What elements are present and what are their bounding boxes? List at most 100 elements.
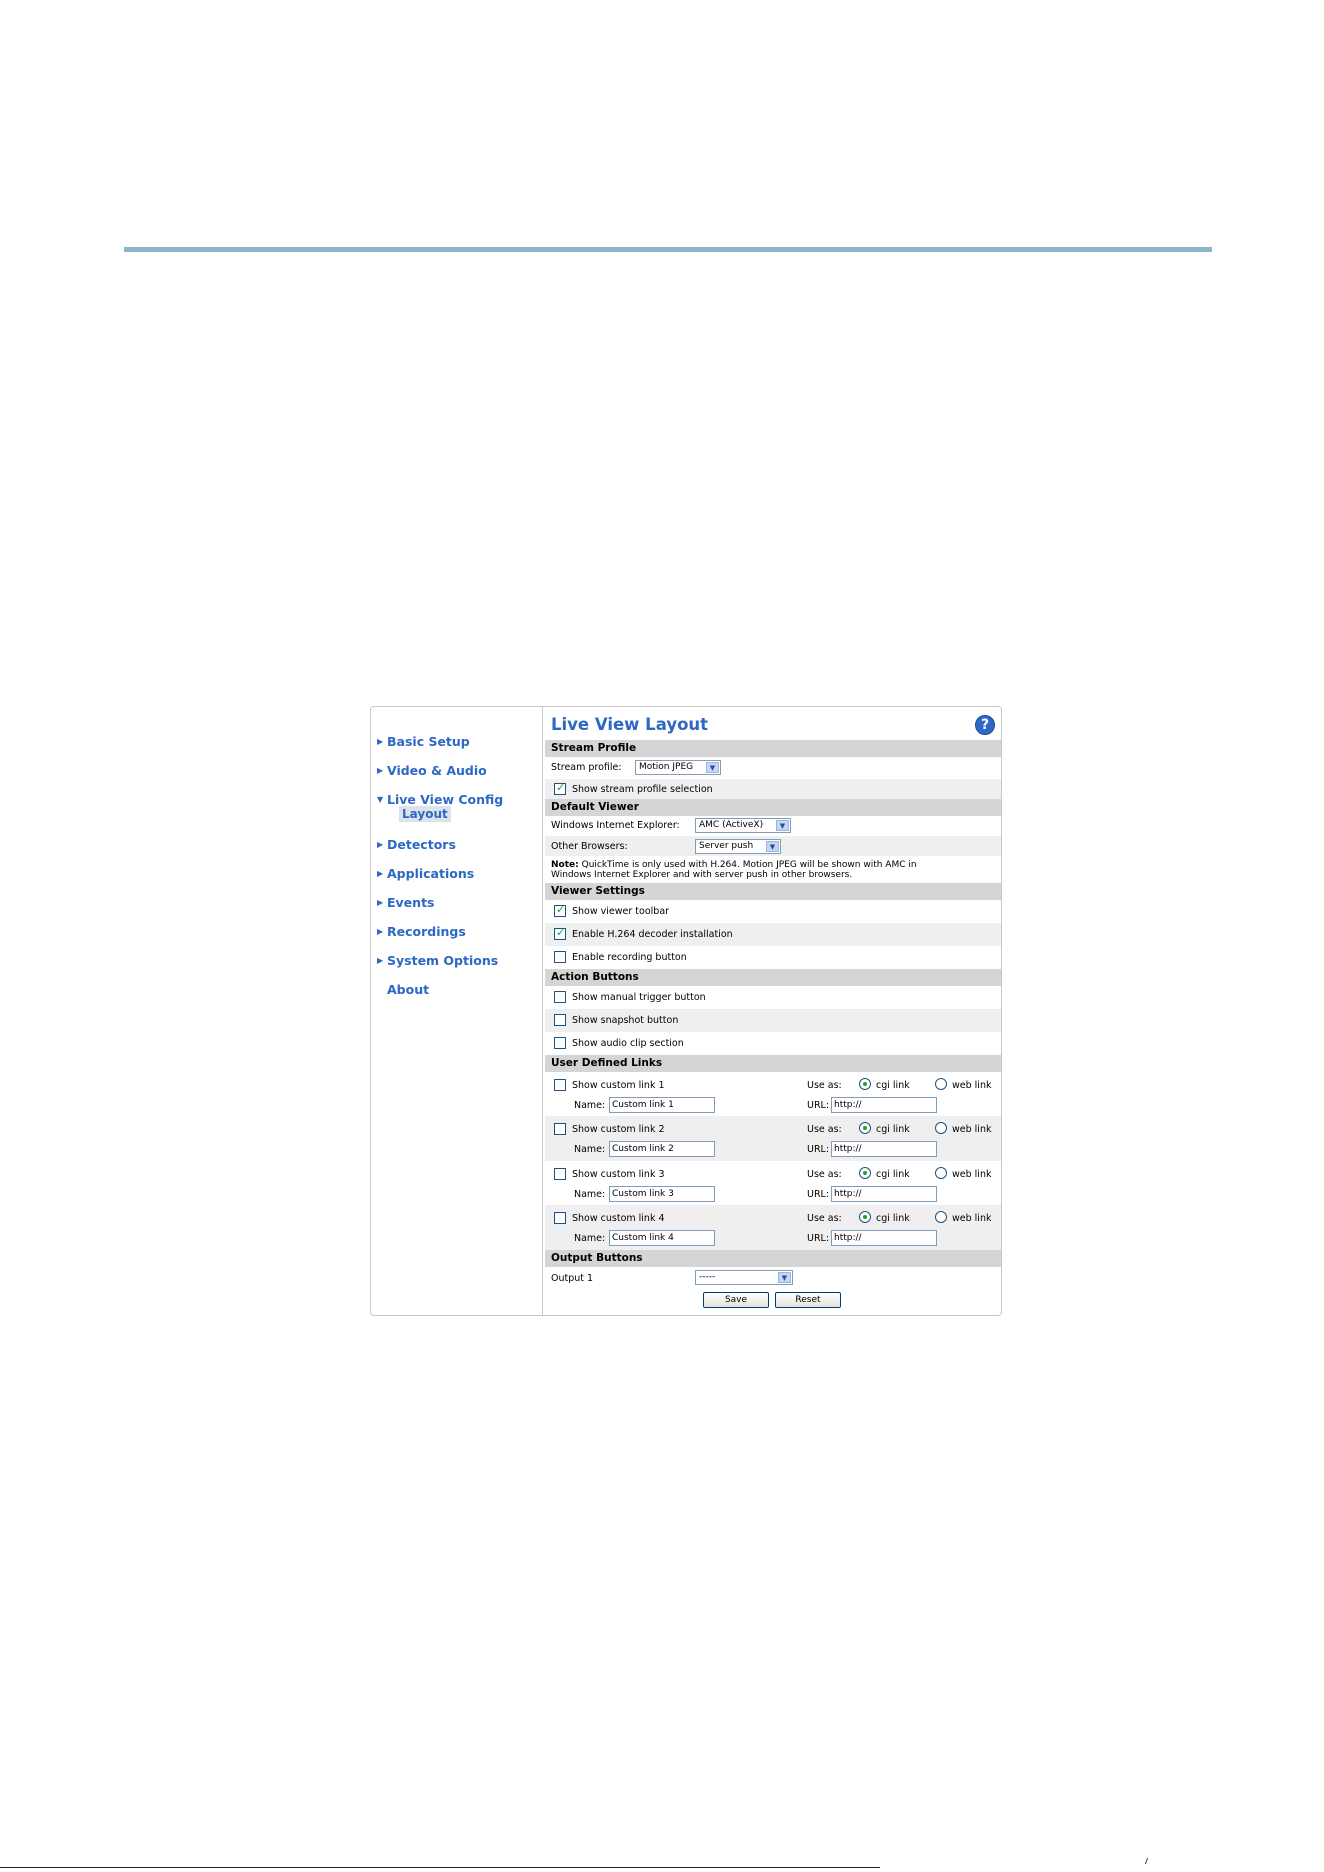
enable-recording-checkbox[interactable] bbox=[554, 951, 566, 963]
help-icon[interactable]: ? bbox=[975, 715, 995, 735]
sidebar-item-applications[interactable]: ▶ Applications bbox=[377, 864, 474, 882]
stream-profile-row: Stream profile: Motion JPEG ▼ bbox=[545, 757, 1001, 779]
use-as-label: Use as: bbox=[807, 1080, 842, 1091]
reset-button[interactable]: Reset bbox=[775, 1292, 841, 1308]
manual-trigger-label: Show manual trigger button bbox=[572, 992, 706, 1003]
custom-link-name-input[interactable]: Custom link 4 bbox=[609, 1230, 715, 1246]
cgi-link-label: cgi link bbox=[876, 1124, 910, 1135]
name-label: Name: bbox=[574, 1233, 606, 1244]
show-profile-selection-row: Show stream profile selection bbox=[545, 779, 1001, 799]
show-viewer-toolbar-checkbox[interactable] bbox=[554, 903, 566, 917]
sidebar-item-label: Basic Setup bbox=[387, 733, 470, 749]
custom-link-checkbox[interactable] bbox=[554, 1168, 566, 1180]
custom-link-row: Show custom link 1 Use as: cgi link web … bbox=[545, 1072, 1001, 1116]
custom-link-checkbox[interactable] bbox=[554, 1212, 566, 1224]
name-label: Name: bbox=[574, 1100, 606, 1111]
sidebar-item-events[interactable]: ▶ Events bbox=[377, 893, 434, 911]
arrow-right-icon: ▶ bbox=[377, 955, 384, 965]
section-stream-profile: Stream Profile bbox=[545, 740, 1001, 757]
cgi-link-radio[interactable] bbox=[859, 1078, 871, 1090]
sidebar-item-label: Detectors bbox=[387, 836, 456, 852]
ie-viewer-label: Windows Internet Explorer: bbox=[551, 820, 680, 831]
sidebar-item-detectors[interactable]: ▶ Detectors bbox=[377, 835, 456, 853]
custom-link-checkbox[interactable] bbox=[554, 1079, 566, 1091]
snapshot-label: Show snapshot button bbox=[572, 1015, 679, 1026]
sidebar-item-video-audio[interactable]: ▶ Video & Audio bbox=[377, 761, 487, 779]
section-default-viewer: Default Viewer bbox=[545, 799, 1001, 816]
snapshot-row: Show snapshot button bbox=[545, 1009, 1001, 1032]
custom-link-checkbox[interactable] bbox=[554, 1123, 566, 1135]
other-browsers-select[interactable]: Server push ▼ bbox=[695, 839, 781, 854]
sidebar-item-label: Recordings bbox=[387, 923, 466, 939]
settings-window: ▶ Basic Setup ▶ Video & Audio ▼ Live View C… bbox=[370, 706, 1002, 1316]
custom-link-row: Show custom link 2 Use as: cgi link web … bbox=[545, 1116, 1001, 1161]
sidebar-subitem-layout[interactable]: Layout bbox=[399, 806, 451, 822]
chevron-down-icon: ▼ bbox=[706, 762, 719, 773]
viewer-note-row: Note: QuickTime is only used with H.264.… bbox=[545, 856, 1001, 883]
save-button[interactable]: Save bbox=[703, 1292, 769, 1308]
sidebar-item-label: Live View Config bbox=[387, 791, 504, 807]
page-title: Live View Layout bbox=[551, 715, 709, 734]
section-user-defined-links: User Defined Links bbox=[545, 1055, 1001, 1072]
custom-link-row: Show custom link 4 Use as: cgi link web … bbox=[545, 1205, 1001, 1250]
name-label: Name: bbox=[574, 1189, 606, 1200]
custom-link-name-input[interactable]: Custom link 1 bbox=[609, 1097, 715, 1113]
custom-link-label: Show custom link 2 bbox=[572, 1124, 665, 1135]
audio-clip-checkbox[interactable] bbox=[554, 1037, 566, 1049]
enable-h264-label: Enable H.264 decoder installation bbox=[572, 929, 733, 940]
sidebar-item-label: System Options bbox=[387, 952, 499, 968]
web-link-radio[interactable] bbox=[935, 1167, 947, 1179]
cgi-link-radio[interactable] bbox=[859, 1122, 871, 1134]
custom-link-url-input[interactable]: http:// bbox=[831, 1230, 937, 1246]
document-footer-rule bbox=[0, 1867, 880, 1868]
audio-clip-row: Show audio clip section bbox=[545, 1032, 1001, 1055]
url-label: URL: bbox=[807, 1233, 830, 1244]
arrow-right-icon: ▶ bbox=[377, 839, 384, 849]
sidebar-item-basic-setup[interactable]: ▶ Basic Setup bbox=[377, 732, 470, 750]
chevron-down-icon: ▼ bbox=[766, 841, 779, 852]
output-row: Output 1 ----- ▼ bbox=[545, 1267, 1001, 1289]
use-as-label: Use as: bbox=[807, 1124, 842, 1135]
manual-trigger-row: Show manual trigger button bbox=[545, 986, 1001, 1009]
use-as-label: Use as: bbox=[807, 1169, 842, 1180]
ie-viewer-select[interactable]: AMC (ActiveX) ▼ bbox=[695, 818, 791, 833]
other-browsers-label: Other Browsers: bbox=[551, 841, 628, 852]
cgi-link-label: cgi link bbox=[876, 1169, 910, 1180]
name-label: Name: bbox=[574, 1144, 606, 1155]
url-label: URL: bbox=[807, 1144, 830, 1155]
web-link-radio[interactable] bbox=[935, 1078, 947, 1090]
web-link-radio[interactable] bbox=[935, 1211, 947, 1223]
recording-button-row: Enable recording button bbox=[545, 946, 1001, 969]
custom-link-url-input[interactable]: http:// bbox=[831, 1141, 937, 1157]
chevron-down-icon: ▼ bbox=[778, 1272, 791, 1283]
custom-link-name-input[interactable]: Custom link 2 bbox=[609, 1141, 715, 1157]
custom-link-url-input[interactable]: http:// bbox=[831, 1186, 937, 1202]
sidebar-item-recordings[interactable]: ▶ Recordings bbox=[377, 922, 466, 940]
web-link-label: web link bbox=[952, 1124, 992, 1135]
output-select[interactable]: ----- ▼ bbox=[695, 1270, 793, 1285]
manual-trigger-checkbox[interactable] bbox=[554, 991, 566, 1003]
section-output-buttons: Output Buttons bbox=[545, 1250, 1001, 1267]
cgi-link-radio[interactable] bbox=[859, 1167, 871, 1179]
custom-link-label: Show custom link 4 bbox=[572, 1213, 665, 1224]
stream-profile-label: Stream profile: bbox=[551, 762, 622, 773]
section-viewer-settings: Viewer Settings bbox=[545, 883, 1001, 900]
snapshot-checkbox[interactable] bbox=[554, 1014, 566, 1026]
sidebar-item-about[interactable]: About bbox=[377, 980, 429, 998]
web-link-radio[interactable] bbox=[935, 1122, 947, 1134]
show-profile-selection-checkbox[interactable] bbox=[554, 781, 566, 795]
arrow-right-icon: ▶ bbox=[377, 736, 384, 746]
cgi-link-radio[interactable] bbox=[859, 1211, 871, 1223]
sidebar-item-system-options[interactable]: ▶ System Options bbox=[377, 951, 498, 969]
web-link-label: web link bbox=[952, 1213, 992, 1224]
main-content: Live View Layout ? Stream Profile Stream… bbox=[545, 707, 1001, 1315]
use-as-label: Use as: bbox=[807, 1213, 842, 1224]
custom-link-name-input[interactable]: Custom link 3 bbox=[609, 1186, 715, 1202]
sidebar-item-label: Video & Audio bbox=[387, 762, 487, 778]
url-label: URL: bbox=[807, 1189, 830, 1200]
sidebar-item-label: Events bbox=[387, 894, 435, 910]
custom-link-url-input[interactable]: http:// bbox=[831, 1097, 937, 1113]
document-footer-mark bbox=[1144, 1858, 1152, 1864]
stream-profile-select[interactable]: Motion JPEG ▼ bbox=[635, 760, 721, 775]
enable-h264-checkbox[interactable] bbox=[554, 926, 566, 940]
